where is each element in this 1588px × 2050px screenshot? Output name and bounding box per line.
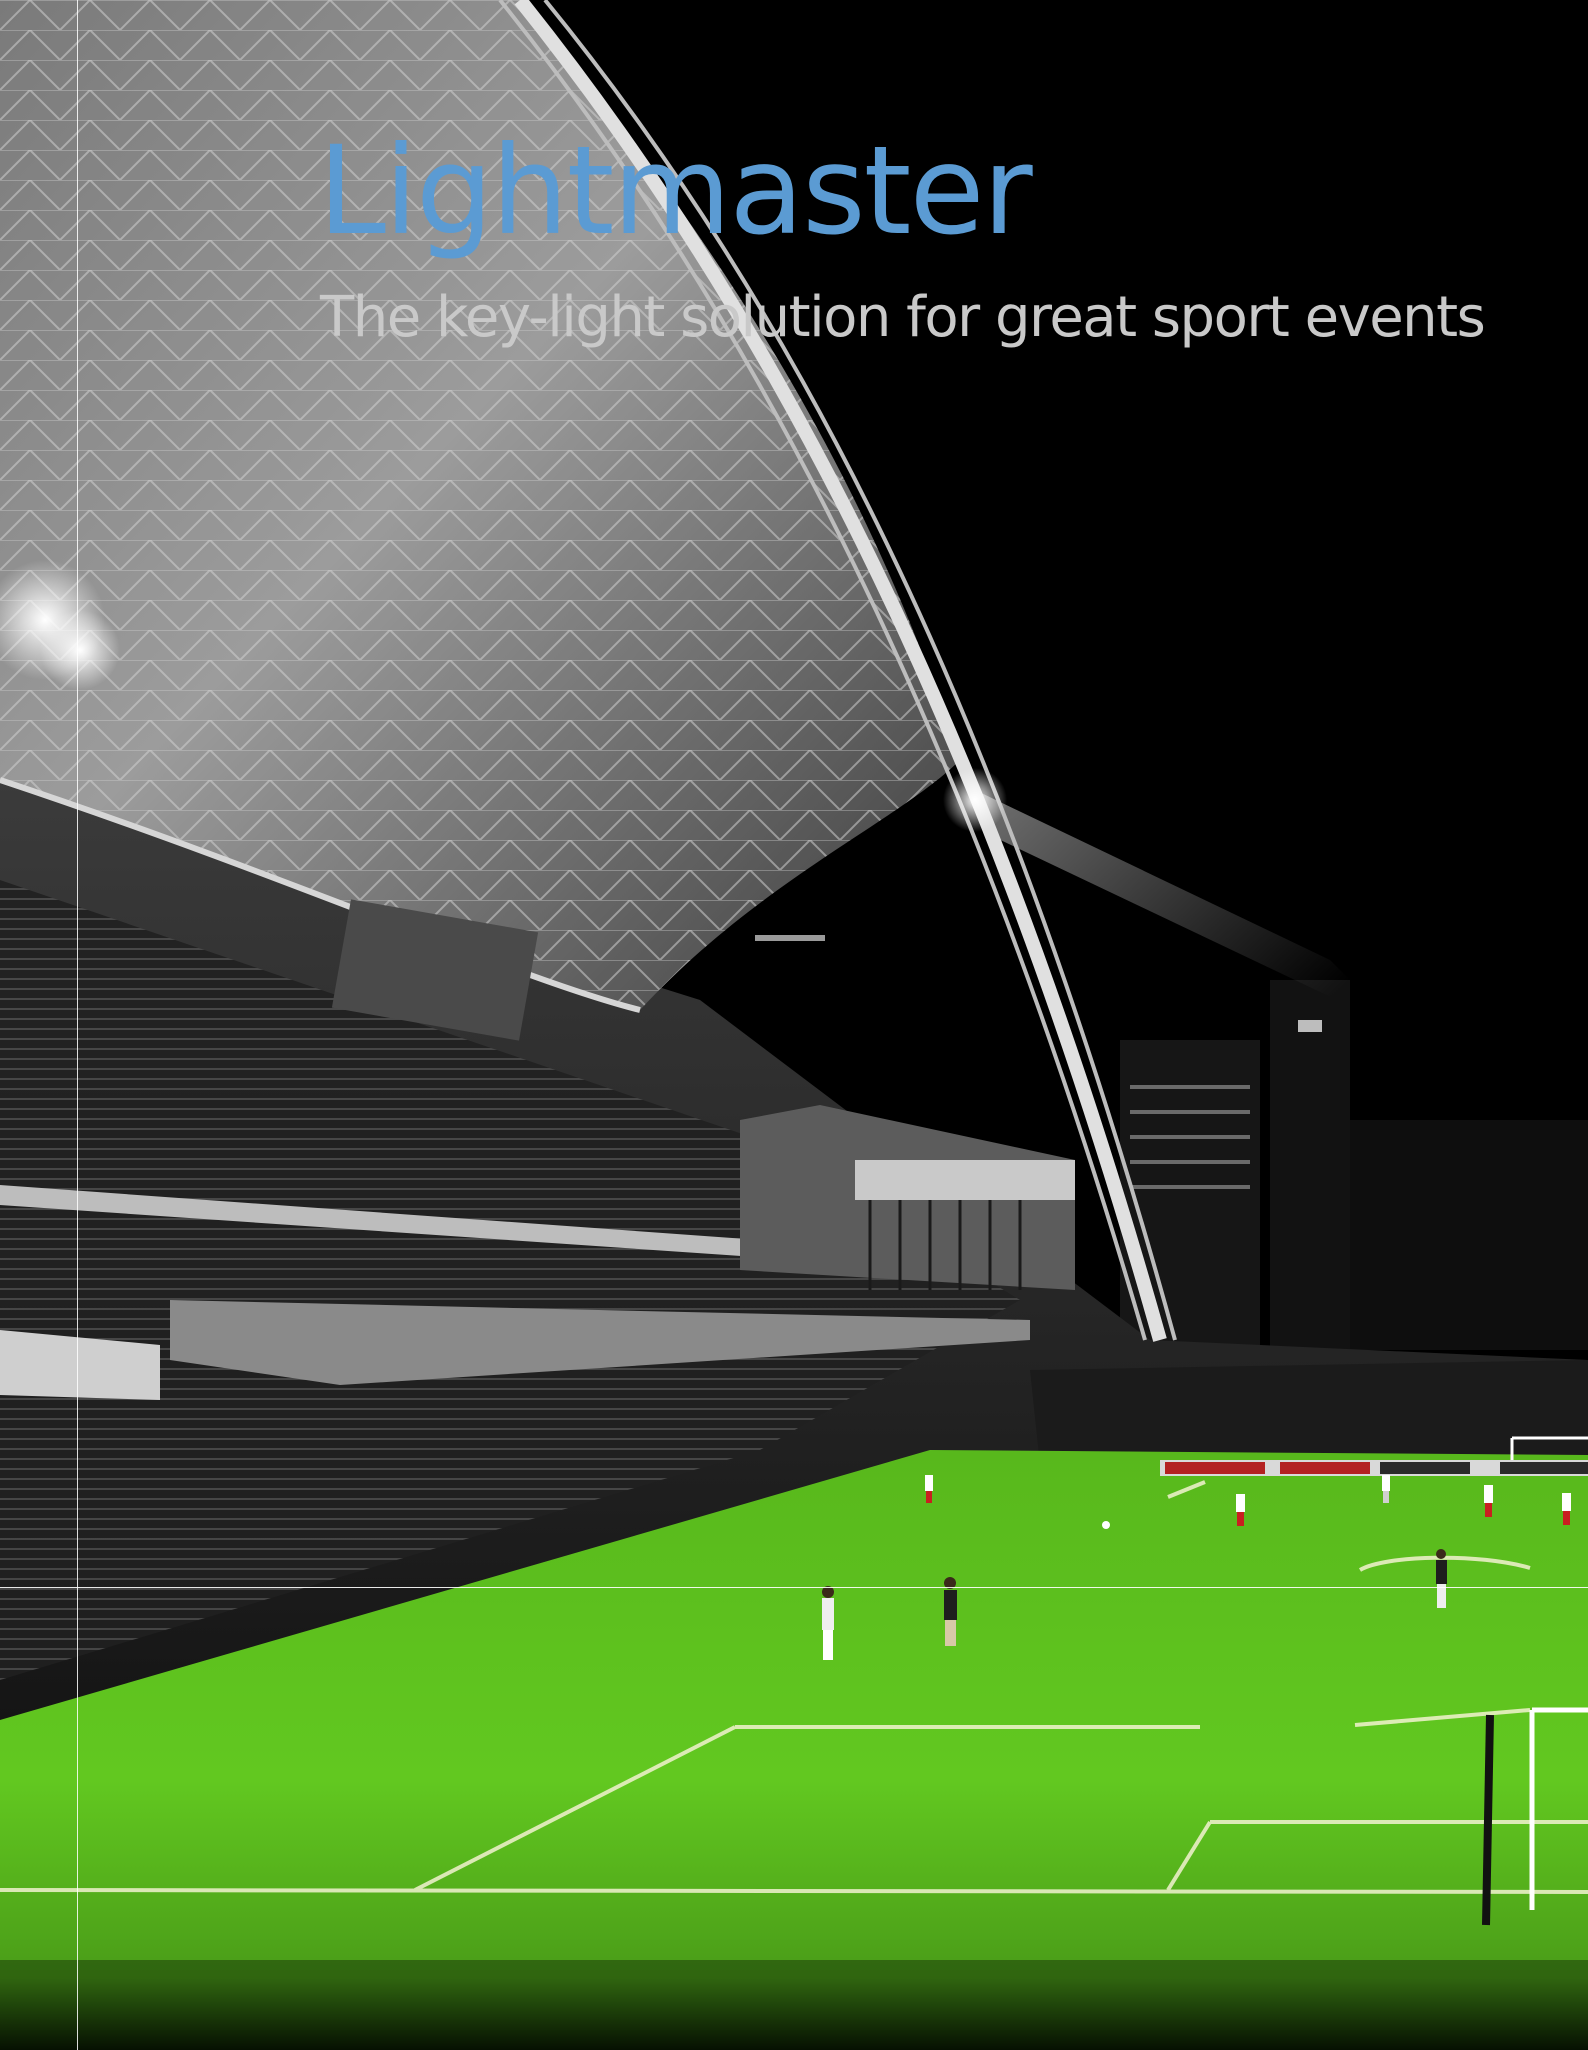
page-subtitle: The key-light solution for great sport e… xyxy=(320,285,1486,350)
horizontal-guide-line xyxy=(0,1587,1588,1588)
vertical-guide-line xyxy=(77,0,78,2050)
page-title: Lightmaster xyxy=(318,120,1033,262)
